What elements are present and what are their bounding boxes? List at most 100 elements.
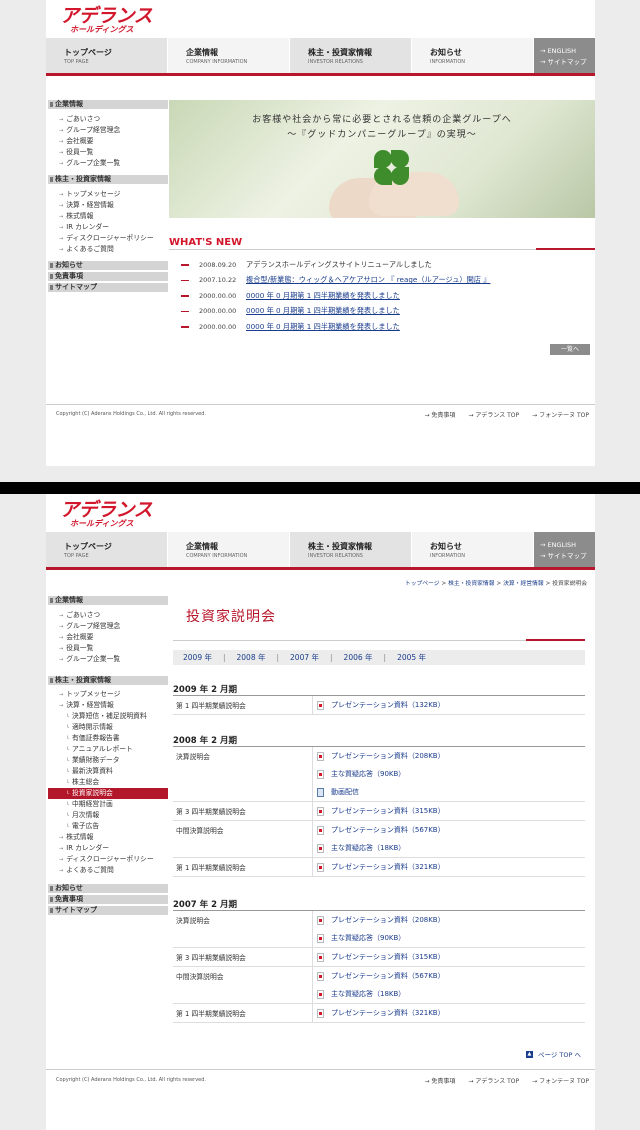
table-row: 中間決算説明会 プレゼンテーション資料（567KB） 主な質疑応答（18KB）: [173, 967, 585, 1004]
document-link[interactable]: プレゼンテーション資料（315KB）: [317, 802, 585, 820]
sidebar-item[interactable]: 株式情報: [48, 211, 168, 222]
table-row: 第 3 四半期業績説明会 プレゼンテーション資料（315KB）: [173, 948, 585, 967]
sidebar-item[interactable]: 決算・経営情報: [48, 200, 168, 211]
year-tab[interactable]: 2008 年: [237, 652, 266, 663]
sitemap-link[interactable]: → サイトマップ: [540, 551, 595, 562]
global-nav: トップページ TOP PAGE 企業情報 COMPANY INFORMATION 株…: [46, 38, 595, 76]
sidebar-head-ir[interactable]: 株主・投資家情報: [48, 676, 168, 685]
year-tab[interactable]: 2005 年: [397, 652, 426, 663]
document-link[interactable]: プレゼンテーション資料（208KB）: [317, 747, 585, 765]
sidebar-item[interactable]: 役員一覧: [48, 643, 168, 654]
sidebar-item[interactable]: ディスクロージャーポリシー: [48, 854, 168, 865]
nav-ir[interactable]: 株主・投資家情報 INVESTOR RELATIONS: [290, 38, 412, 73]
footer-link-aderans[interactable]: → アデランス TOP: [468, 1076, 519, 1085]
sidebar-item[interactable]: ごあいさつ: [48, 114, 168, 125]
footer-link-disclaimer[interactable]: → 免責事項: [424, 1076, 455, 1085]
pdf-icon: [317, 862, 324, 872]
sidebar-subitem[interactable]: 電子広告: [48, 821, 168, 832]
sidebar-item[interactable]: 役員一覧: [48, 147, 168, 158]
sidebar-item[interactable]: トップメッセージ: [48, 189, 168, 200]
sidebar-item[interactable]: ディスクロージャーポリシー: [48, 233, 168, 244]
sidebar-subitem[interactable]: 中期経営計画: [48, 799, 168, 810]
logo[interactable]: アデランス ホールディングス: [60, 7, 153, 35]
section-title: 2007 年 2 月期: [173, 898, 585, 911]
sidebar-item[interactable]: 株式情報: [48, 832, 168, 843]
year-tab[interactable]: 2006 年: [344, 652, 373, 663]
sidebar-subitem-active[interactable]: 投資家説明会: [48, 788, 168, 799]
pdf-icon: [317, 1008, 324, 1018]
sidebar-head-news[interactable]: お知らせ: [48, 261, 168, 270]
sidebar-subitem[interactable]: アニュアルレポート: [48, 744, 168, 755]
sidebar-item[interactable]: よくあるご質問: [48, 244, 168, 255]
document-link[interactable]: プレゼンテーション資料（132KB）: [317, 696, 585, 714]
document-link[interactable]: 主な質疑応答（18KB）: [317, 839, 585, 857]
document-link[interactable]: プレゼンテーション資料（315KB）: [317, 948, 585, 966]
nav-top[interactable]: トップページ TOP PAGE: [46, 532, 168, 567]
sidebar-subitem[interactable]: 最新決算資料: [48, 766, 168, 777]
news-list-button[interactable]: 一覧へ: [550, 344, 590, 355]
nav-info[interactable]: お知らせ INFORMATION: [412, 532, 534, 567]
english-link[interactable]: → ENGLISH: [540, 46, 595, 57]
nav-top[interactable]: トップページ TOP PAGE: [46, 38, 168, 73]
sidebar-item[interactable]: IR カレンダー: [48, 222, 168, 233]
document-link[interactable]: プレゼンテーション資料（208KB）: [317, 911, 585, 929]
nav-ir[interactable]: 株主・投資家情報 INVESTOR RELATIONS: [290, 532, 412, 567]
pdf-icon: [317, 806, 324, 816]
document-link[interactable]: プレゼンテーション資料（567KB）: [317, 967, 585, 985]
sidebar-head-company[interactable]: 企業情報: [48, 100, 168, 109]
sidebar-item[interactable]: 会社概要: [48, 632, 168, 643]
logo[interactable]: アデランス ホールディングス: [60, 501, 153, 529]
pdf-icon: [317, 843, 324, 853]
document-link[interactable]: 主な質疑応答（90KB）: [317, 929, 585, 947]
table-row: 第 1 四半期業績説明会 プレゼンテーション資料（321KB）: [173, 1004, 585, 1023]
sidebar-subitem[interactable]: 株主総会: [48, 777, 168, 788]
year-tab[interactable]: 2007 年: [290, 652, 319, 663]
sidebar-item[interactable]: トップメッセージ: [48, 689, 168, 700]
sidebar-item[interactable]: よくあるご質問: [48, 865, 168, 876]
sidebar-item[interactable]: ごあいさつ: [48, 610, 168, 621]
footer-link-fontaine[interactable]: → フォンテーヌ TOP: [532, 410, 589, 419]
sidebar-item[interactable]: 決算・経営情報: [48, 700, 168, 711]
sidebar-item[interactable]: グループ企業一覧: [48, 158, 168, 169]
page-top-link[interactable]: ▲ ページ TOP へ: [525, 1049, 581, 1059]
sidebar-head-disclaimer[interactable]: 免責事項: [48, 272, 168, 281]
sidebar-subitem[interactable]: 有価証券報告書: [48, 733, 168, 744]
nav-company[interactable]: 企業情報 COMPANY INFORMATION: [168, 532, 290, 567]
document-link[interactable]: 主な質疑応答（18KB）: [317, 985, 585, 1003]
document-link[interactable]: 主な質疑応答（90KB）: [317, 765, 585, 783]
sidebar-subitem[interactable]: 適時開示情報: [48, 722, 168, 733]
video-link[interactable]: 動画配信: [317, 783, 585, 801]
sidebar: 企業情報 ごあいさつ グループ経営理念 会社概要 役員一覧 グループ企業一覧 株…: [48, 100, 168, 292]
sidebar-head-company[interactable]: 企業情報: [48, 596, 168, 605]
sidebar-subitem[interactable]: 月次情報: [48, 810, 168, 821]
sidebar-head-ir[interactable]: 株主・投資家情報: [48, 175, 168, 184]
document-link[interactable]: プレゼンテーション資料（321KB）: [317, 858, 585, 876]
nav-company[interactable]: 企業情報 COMPANY INFORMATION: [168, 38, 290, 73]
sidebar-subitem[interactable]: 決算短信・補足説明資料: [48, 711, 168, 722]
whats-new-title: WHAT'S NEW: [169, 237, 243, 248]
news-list: 2008.09.20 アデランスホールディングスサイトリニューアルしました 200…: [181, 257, 490, 335]
footer-link-aderans[interactable]: → アデランス TOP: [468, 410, 519, 419]
copyright: Copyright (C) Aderans Holdings Co., Ltd.…: [56, 411, 206, 417]
sidebar-item[interactable]: 会社概要: [48, 136, 168, 147]
sidebar-item[interactable]: グループ経営理念: [48, 125, 168, 136]
document-link[interactable]: プレゼンテーション資料（567KB）: [317, 821, 585, 839]
sidebar-head-sitemap[interactable]: サイトマップ: [48, 283, 168, 292]
sidebar-head-sitemap[interactable]: サイトマップ: [48, 906, 168, 915]
footer-link-fontaine[interactable]: → フォンテーヌ TOP: [532, 1076, 589, 1085]
sidebar-item[interactable]: IR カレンダー: [48, 843, 168, 854]
sidebar-item[interactable]: グループ経営理念: [48, 621, 168, 632]
footer: Copyright (C) Aderans Holdings Co., Ltd.…: [46, 1069, 595, 1091]
year-tab[interactable]: 2009 年: [183, 652, 212, 663]
news-item: 2008.09.20 アデランスホールディングスサイトリニューアルしました: [181, 257, 490, 273]
footer-link-disclaimer[interactable]: → 免責事項: [424, 410, 455, 419]
sidebar-head-news[interactable]: お知らせ: [48, 884, 168, 893]
document-link[interactable]: プレゼンテーション資料（321KB）: [317, 1004, 585, 1022]
news-item: 2000.00.00 0000 年 0 月期第 1 四半期業績を発表しました: [181, 304, 490, 320]
sidebar-subitem[interactable]: 業績財務データ: [48, 755, 168, 766]
sidebar-item[interactable]: グループ企業一覧: [48, 654, 168, 665]
nav-info[interactable]: お知らせ INFORMATION: [412, 38, 534, 73]
sitemap-link[interactable]: → サイトマップ: [540, 57, 595, 68]
english-link[interactable]: → ENGLISH: [540, 540, 595, 551]
sidebar-head-disclaimer[interactable]: 免責事項: [48, 895, 168, 904]
